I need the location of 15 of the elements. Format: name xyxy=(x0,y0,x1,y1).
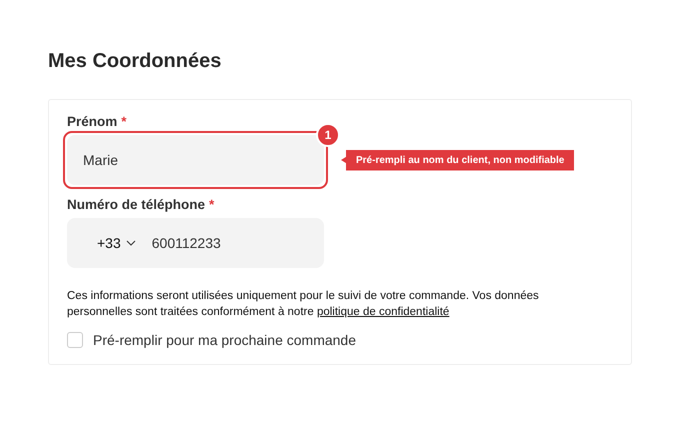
phone-input[interactable]: 600112233 xyxy=(152,235,221,251)
step-badge: 1 xyxy=(316,123,340,147)
chevron-down-icon xyxy=(126,240,136,246)
section-title: Mes Coordonnées xyxy=(48,50,222,73)
required-asterisk: * xyxy=(209,197,214,212)
field-label: Numéro de téléphone xyxy=(67,197,206,212)
privacy-policy-link[interactable]: politique de confidentialité xyxy=(316,306,450,318)
annotation-tooltip: Pré-rempli au nom du client, non modifiable xyxy=(341,150,574,170)
country-code-select[interactable]: +33 xyxy=(97,235,136,251)
checkbox[interactable] xyxy=(67,332,83,348)
required-asterisk: * xyxy=(121,114,127,129)
checkbox-label: Pré-remplir pour ma prochaine commande xyxy=(93,332,356,348)
privacy-notice: Ces informations seront utilisées uniquement pour le suivi de votre commande. Vos données personnelles sont traitées conformément à notre politique de confidentialité xyxy=(67,289,540,320)
input-field[interactable]: Marie xyxy=(67,135,324,185)
field-label: Prénom xyxy=(67,114,118,129)
